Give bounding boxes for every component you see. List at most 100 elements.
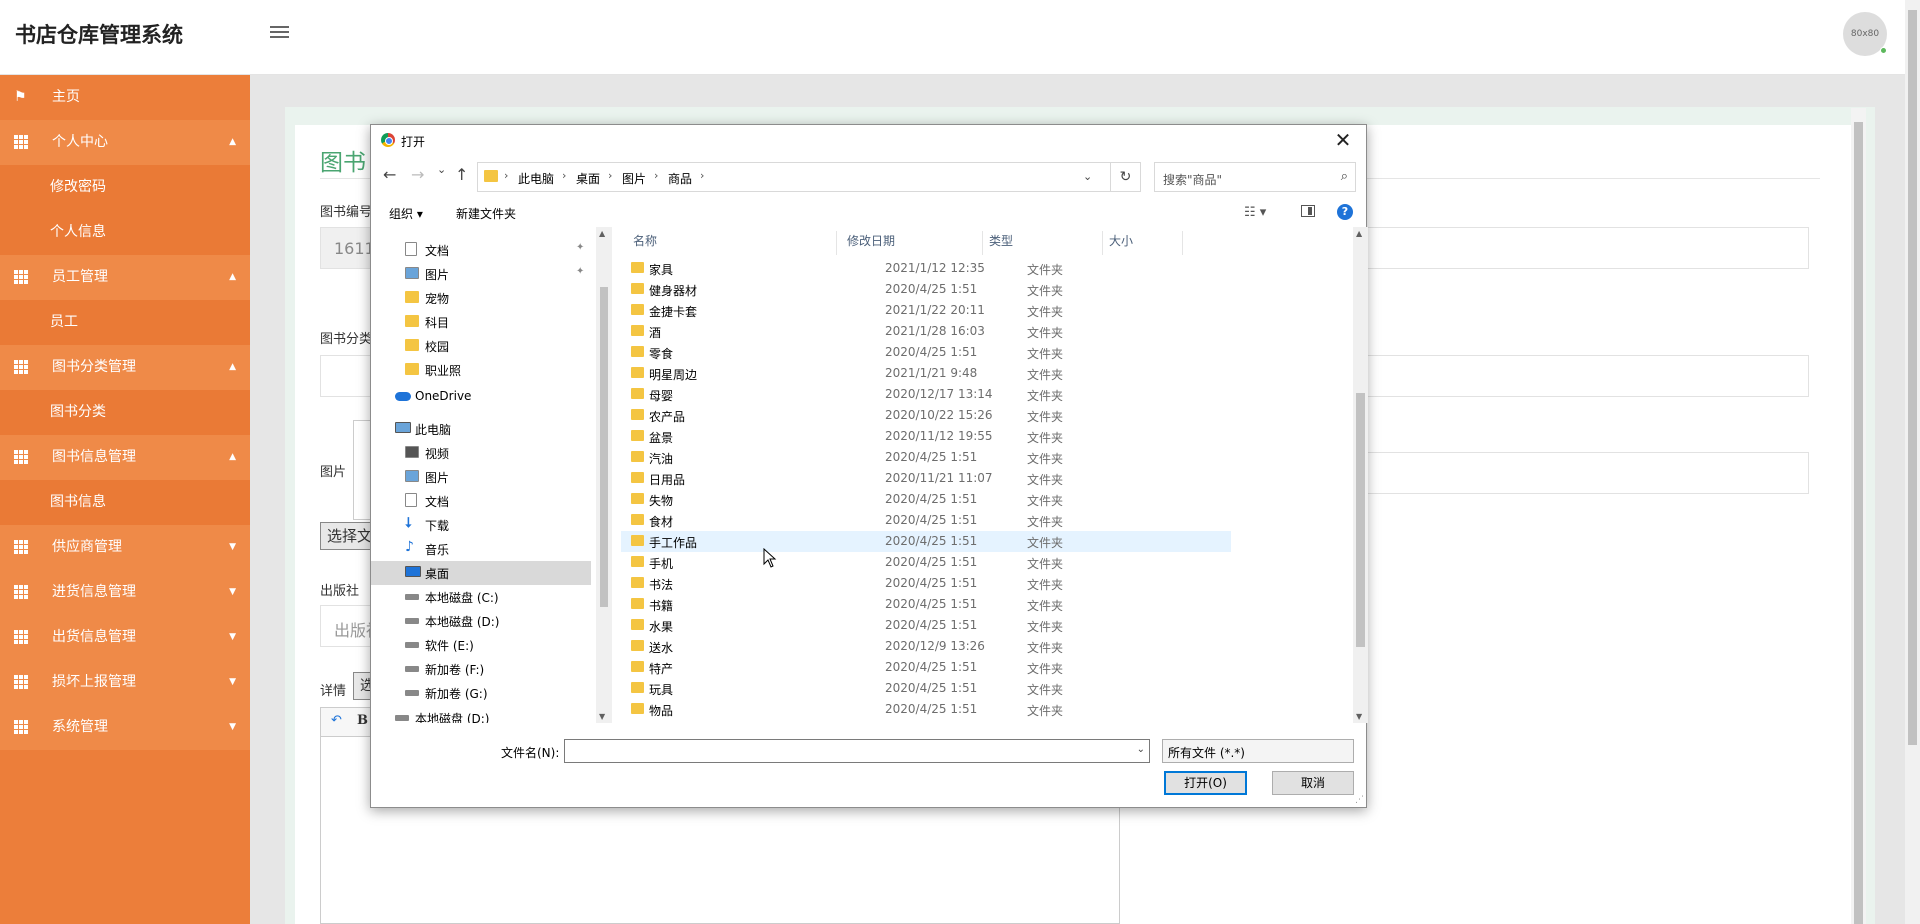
column-type[interactable]: 类型 bbox=[983, 231, 1103, 255]
breadcrumb-this-pc[interactable]: 此电脑 bbox=[518, 170, 554, 187]
nav-pane-item[interactable]: 文档 ✦ bbox=[371, 238, 591, 262]
preview-pane-icon[interactable] bbox=[1301, 205, 1315, 217]
file-row[interactable]: 日用品 2020/11/21 11:07 文件夹 bbox=[621, 468, 1231, 489]
file-row[interactable]: 食材 2020/4/25 1:51 文件夹 bbox=[621, 510, 1231, 531]
nav-pane-scrollbar[interactable]: ▲ ▼ bbox=[596, 227, 612, 723]
column-name[interactable]: 名称 bbox=[627, 231, 837, 255]
recent-locations-icon[interactable]: ⌄ bbox=[437, 163, 446, 176]
sidebar-item[interactable]: 个人信息 bbox=[0, 210, 250, 255]
file-row[interactable]: 手工作品 2020/4/25 1:51 文件夹 bbox=[621, 531, 1231, 552]
nav-pane-item[interactable]: 职业照 bbox=[371, 358, 591, 382]
panel-scrollbar[interactable] bbox=[1851, 108, 1866, 924]
file-row[interactable]: 零食 2020/4/25 1:51 文件夹 bbox=[621, 342, 1231, 363]
nav-pane-item[interactable]: 本地磁盘 (D:) bbox=[371, 706, 591, 723]
nav-pane-item[interactable]: 桌面 bbox=[371, 561, 591, 585]
nav-pane-item[interactable]: 视频 bbox=[371, 441, 591, 465]
nav-pane-item[interactable]: 宠物 bbox=[371, 286, 591, 310]
file-row[interactable]: 特产 2020/4/25 1:51 文件夹 bbox=[621, 657, 1231, 678]
file-row[interactable]: 农产品 2020/10/22 15:26 文件夹 bbox=[621, 405, 1231, 426]
back-arrow-icon[interactable]: ← bbox=[383, 165, 396, 184]
resize-grip-icon[interactable]: ⋰ bbox=[1355, 795, 1364, 805]
column-size[interactable]: 大小 bbox=[1103, 231, 1183, 255]
file-row[interactable]: 明星周边 2021/1/21 9:48 文件夹 bbox=[621, 363, 1231, 384]
nav-pane-item[interactable]: 科目 bbox=[371, 310, 591, 334]
nav-pane-item[interactable]: 文档 bbox=[371, 489, 591, 513]
sidebar-item[interactable]: ▼ 供应商管理 bbox=[0, 525, 250, 570]
bold-button[interactable]: B bbox=[357, 713, 368, 728]
sidebar-item[interactable]: 图书分类 bbox=[0, 390, 250, 435]
file-type: 文件夹 bbox=[1027, 620, 1064, 634]
file-row[interactable]: 玩具 2020/4/25 1:51 文件夹 bbox=[621, 678, 1231, 699]
file-type: 文件夹 bbox=[1027, 347, 1064, 361]
sidebar-item[interactable]: 修改密码 bbox=[0, 165, 250, 210]
filename-input[interactable]: ⌄ bbox=[564, 739, 1150, 763]
address-bar[interactable]: › 此电脑 › 桌面 › 图片 › 商品 › ⌄ bbox=[477, 162, 1111, 192]
chevron-down-icon[interactable]: ⌄ bbox=[1083, 170, 1092, 183]
breadcrumb-desktop[interactable]: 桌面 bbox=[576, 170, 600, 187]
file-row[interactable]: 金捷卡套 2021/1/22 20:11 文件夹 bbox=[621, 300, 1231, 321]
sidebar-item[interactable]: ▼ 系统管理 bbox=[0, 705, 250, 750]
nav-pane-item[interactable]: 本地磁盘 (D:) bbox=[371, 609, 591, 633]
nav-pane-item[interactable]: 本地磁盘 (C:) bbox=[371, 585, 591, 609]
sidebar-item[interactable]: ▼ 进货信息管理 bbox=[0, 570, 250, 615]
file-row[interactable]: 送水 2020/12/9 13:26 文件夹 bbox=[621, 636, 1231, 657]
sidebar-item[interactable]: ▼ 出货信息管理 bbox=[0, 615, 250, 660]
new-folder-button[interactable]: 新建文件夹 bbox=[456, 205, 516, 222]
nav-pane-item[interactable]: 新加卷 (F:) bbox=[371, 657, 591, 681]
up-arrow-icon[interactable]: ↑ bbox=[455, 165, 468, 184]
file-row[interactable]: 书法 2020/4/25 1:51 文件夹 bbox=[621, 573, 1231, 594]
dialog-titlebar[interactable]: 打开 ✕ bbox=[371, 125, 1366, 157]
right-input-2[interactable] bbox=[1367, 355, 1809, 397]
search-input[interactable]: 搜索"商品" ⌕ bbox=[1154, 162, 1356, 192]
file-row[interactable]: 手机 2020/4/25 1:51 文件夹 bbox=[621, 552, 1231, 573]
file-row[interactable]: 家具 2021/1/12 12:35 文件夹 bbox=[621, 258, 1231, 279]
file-row[interactable]: 书籍 2020/4/25 1:51 文件夹 bbox=[621, 594, 1231, 615]
file-row[interactable]: 水果 2020/4/25 1:51 文件夹 bbox=[621, 615, 1231, 636]
right-input-3[interactable] bbox=[1367, 452, 1809, 494]
organize-menu[interactable]: 组织 ▾ bbox=[389, 205, 423, 222]
sidebar-item[interactable]: 员工 bbox=[0, 300, 250, 345]
folder-icon bbox=[405, 315, 419, 327]
sidebar-item[interactable]: ▼ 损坏上报管理 bbox=[0, 660, 250, 705]
sidebar-item[interactable]: ▲ 图书信息管理 bbox=[0, 435, 250, 480]
file-type-select[interactable]: 所有文件 (*.*) ⌄ bbox=[1162, 739, 1354, 763]
file-row[interactable]: 母婴 2020/12/17 13:14 文件夹 bbox=[621, 384, 1231, 405]
sidebar-item[interactable]: ⚑ 主页 bbox=[0, 75, 250, 120]
nav-pane-item[interactable]: OneDrive bbox=[371, 385, 591, 409]
right-input-1[interactable] bbox=[1367, 227, 1809, 269]
sidebar-item[interactable]: ▲ 员工管理 bbox=[0, 255, 250, 300]
file-row[interactable]: 失物 2020/4/25 1:51 文件夹 bbox=[621, 489, 1231, 510]
breadcrumb-pictures[interactable]: 图片 bbox=[622, 170, 646, 187]
sidebar-item[interactable]: 图书信息 bbox=[0, 480, 250, 525]
nav-pane-item[interactable]: 校园 bbox=[371, 334, 591, 358]
forward-arrow-icon[interactable]: → bbox=[411, 165, 424, 184]
open-button[interactable]: 打开(O) bbox=[1164, 771, 1247, 795]
chevron-icon: ▼ bbox=[229, 722, 236, 732]
column-modified[interactable]: 修改日期 bbox=[841, 231, 983, 255]
file-row[interactable]: 汽油 2020/4/25 1:51 文件夹 bbox=[621, 447, 1231, 468]
chevron-down-icon[interactable]: ⌄ bbox=[1137, 744, 1145, 755]
nav-pane-item[interactable]: ♪ 音乐 bbox=[371, 537, 591, 561]
menu-toggle-icon[interactable] bbox=[270, 23, 289, 42]
sidebar-item[interactable]: ▲ 个人中心 bbox=[0, 120, 250, 165]
file-row[interactable]: 物品 2020/4/25 1:51 文件夹 bbox=[621, 699, 1231, 720]
nav-pane-item[interactable]: 软件 (E:) bbox=[371, 633, 591, 657]
nav-pane-item[interactable]: 新加卷 (G:) bbox=[371, 681, 591, 705]
nav-pane-item[interactable]: 图片 bbox=[371, 465, 591, 489]
page-scrollbar[interactable] bbox=[1905, 0, 1920, 924]
nav-pane-item[interactable]: 图片 ✦ bbox=[371, 262, 591, 286]
close-icon[interactable]: ✕ bbox=[1328, 127, 1358, 153]
sidebar-item[interactable]: ▲ 图书分类管理 bbox=[0, 345, 250, 390]
nav-pane-item[interactable]: 此电脑 bbox=[371, 417, 591, 441]
file-list-scrollbar[interactable]: ▲ ▼ bbox=[1353, 227, 1368, 723]
refresh-icon[interactable]: ↻ bbox=[1111, 162, 1141, 192]
cancel-button[interactable]: 取消 bbox=[1272, 771, 1354, 795]
help-icon[interactable]: ? bbox=[1337, 204, 1353, 220]
undo-icon[interactable]: ↶ bbox=[331, 713, 342, 728]
file-row[interactable]: 健身器材 2020/4/25 1:51 文件夹 bbox=[621, 279, 1231, 300]
file-row[interactable]: 盆景 2020/11/12 19:55 文件夹 bbox=[621, 426, 1231, 447]
nav-pane-item[interactable]: ⭣ 下载 bbox=[371, 513, 591, 537]
view-options-icon[interactable]: ☷ ▾ bbox=[1244, 205, 1266, 220]
breadcrumb-goods[interactable]: 商品 bbox=[668, 170, 692, 187]
file-row[interactable]: 酒 2021/1/28 16:03 文件夹 bbox=[621, 321, 1231, 342]
